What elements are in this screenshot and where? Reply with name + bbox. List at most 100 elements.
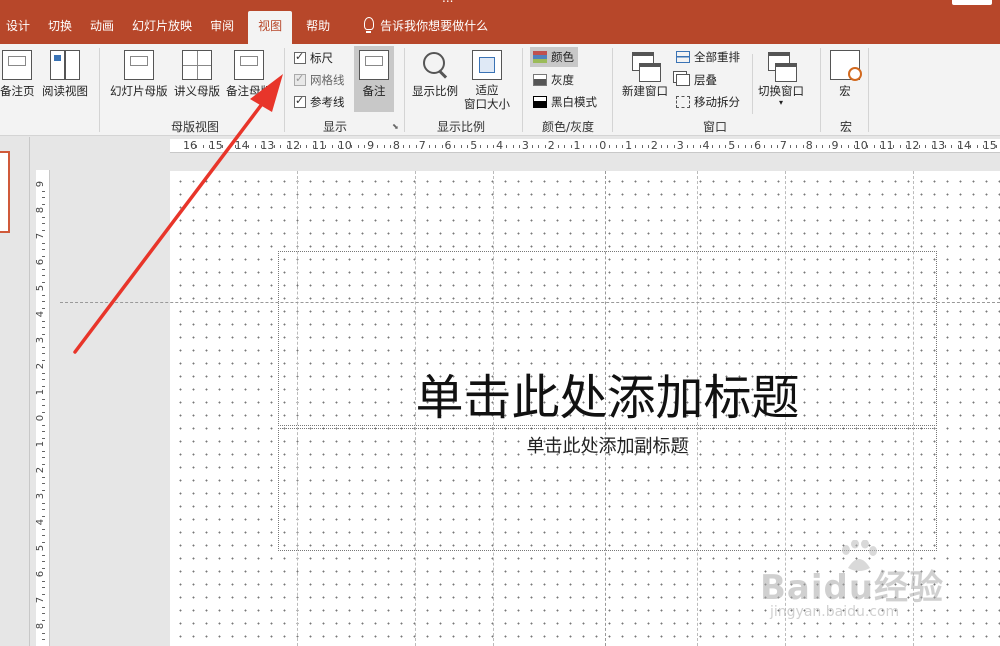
- move-split-button[interactable]: 移动拆分: [676, 94, 740, 110]
- ruler-tick: [42, 398, 45, 400]
- tab-view[interactable]: 视图: [248, 11, 293, 44]
- ruler-tick: [751, 145, 753, 148]
- ruler-label: 14: [234, 139, 249, 152]
- switch-windows-button[interactable]: 切换窗口 ▾: [758, 50, 804, 107]
- ruler-label: 6: [754, 139, 762, 152]
- ruler-tick: [42, 249, 45, 250]
- ruler-tick: [42, 411, 45, 413]
- ruler-tick: [42, 463, 45, 465]
- ribbon-tabs: 设计 切换 动画 幻灯片放映 审阅 视图 帮助 告诉我你想要做什么: [0, 11, 488, 44]
- tab-help[interactable]: 帮助: [300, 11, 342, 44]
- notes-master-button[interactable]: 备注母版: [226, 50, 272, 99]
- slide-master-icon: [123, 50, 154, 80]
- gridlines-checkbox[interactable]: 网格线: [294, 72, 345, 88]
- watermark: Baidu经验 jingyan.baidu.com: [760, 538, 1000, 628]
- vertical-ruler: 9 8 7 6 5 4 3 2 1 0 1 2 3 4 5 6 7 8: [36, 170, 50, 646]
- ruler-tick: [970, 145, 972, 148]
- ruler-tick: [460, 145, 462, 148]
- ruler-label: 2: [547, 139, 555, 152]
- ruler-tick: [918, 145, 920, 148]
- ruler-tick: [480, 145, 482, 148]
- ruler-tick: [299, 145, 301, 148]
- ruler-checkbox[interactable]: 标尺: [294, 50, 333, 66]
- cascade-button[interactable]: 层叠: [676, 72, 717, 88]
- ruler-label: 3: [36, 492, 47, 500]
- reading-view-button[interactable]: 阅读视图: [42, 50, 88, 99]
- ruler-tick: [822, 145, 824, 148]
- guides-checkbox[interactable]: 参考线: [294, 94, 345, 110]
- notes-page-button[interactable]: 备注页: [0, 50, 35, 99]
- tab-animations[interactable]: 动画: [84, 11, 126, 44]
- ruler-tick: [454, 145, 456, 148]
- handout-master-button[interactable]: 讲义母版: [174, 50, 220, 99]
- new-window-button[interactable]: 新建窗口: [622, 50, 668, 99]
- ruler-tick: [42, 515, 45, 517]
- ruler-tick: [42, 541, 45, 543]
- ruler-label: 12: [905, 139, 920, 152]
- ruler-tick: [254, 145, 256, 148]
- powerpoint-window: ... 设计 切换 动画 幻灯片放映 审阅 视图 帮助 告诉我你想要做什么 备注…: [0, 0, 1000, 646]
- ruler-label: 13: [931, 139, 946, 152]
- subtitle-placeholder[interactable]: 单击此处添加副标题: [278, 428, 937, 551]
- ruler-tick: [518, 145, 520, 148]
- tab-slideshow[interactable]: 幻灯片放映: [126, 11, 204, 44]
- fit-to-window-button[interactable]: 适应 窗口大小: [464, 50, 510, 111]
- ruler-tick: [42, 359, 45, 361]
- ruler-tick: [222, 145, 224, 148]
- ruler-label: 4: [36, 518, 47, 526]
- ruler-tick: [693, 145, 695, 148]
- grayscale-button[interactable]: 灰度: [533, 72, 574, 88]
- ruler-tick: [796, 145, 798, 148]
- ruler-tick: [42, 379, 45, 380]
- ruler-tick: [893, 145, 895, 148]
- ruler-tick: [42, 580, 45, 582]
- ruler-label: 10: [337, 139, 352, 152]
- title-placeholder[interactable]: 单击此处添加标题: [278, 251, 937, 426]
- slide-master-button[interactable]: 幻灯片母版: [110, 50, 168, 99]
- ruler-tick: [248, 145, 250, 148]
- zoom-button[interactable]: 显示比例: [412, 50, 458, 99]
- notes-icon: [359, 50, 389, 80]
- tab-design[interactable]: 设计: [0, 11, 42, 44]
- ruler-label: 9: [367, 139, 375, 152]
- black-white-button[interactable]: 黑白模式: [533, 94, 597, 110]
- account-button[interactable]: [952, 0, 992, 5]
- ruler-tick: [42, 346, 45, 348]
- ruler-tick: [273, 145, 275, 148]
- slide-thumbnail[interactable]: [0, 151, 10, 233]
- group-label-zoom: 显示比例: [436, 120, 485, 134]
- ruler-tick: [42, 587, 45, 588]
- ruler-tick: [512, 145, 514, 148]
- ruler-tick: [402, 145, 404, 148]
- watermark-url: jingyan.baidu.com: [770, 604, 900, 620]
- ruler-tick: [441, 145, 443, 148]
- notes-toggle-button[interactable]: 备注: [354, 46, 394, 112]
- arrange-all-button[interactable]: 全部重排: [676, 49, 740, 65]
- ruler-tick: [531, 145, 533, 148]
- tell-me-search[interactable]: 告诉我你想要做什么: [342, 11, 488, 44]
- tab-review[interactable]: 审阅: [204, 11, 246, 44]
- color-button[interactable]: 颜色: [530, 47, 578, 67]
- group-separator: [284, 48, 285, 132]
- ruler-tick: [42, 307, 45, 309]
- ruler-tick: [42, 229, 45, 231]
- switch-windows-icon: [766, 50, 797, 82]
- ruler-label: 8: [36, 622, 47, 630]
- ruler-label: 6: [36, 570, 47, 578]
- ruler-tick: [42, 606, 45, 608]
- arrange-all-icon: [676, 51, 690, 63]
- ruler-tick: [42, 476, 45, 478]
- ruler-tick: [280, 145, 282, 148]
- tab-transitions[interactable]: 切换: [42, 11, 84, 44]
- move-split-icon: [676, 96, 690, 108]
- macros-button[interactable]: 宏: [830, 50, 862, 99]
- ruler-tick: [42, 593, 45, 595]
- ruler-label: 16: [183, 139, 197, 152]
- ruler-tick: [325, 145, 327, 148]
- ruler-tick: [42, 333, 45, 335]
- dialog-launcher-icon[interactable]: ⬊: [392, 122, 399, 131]
- ruler-tick: [641, 145, 643, 148]
- ruler-tick: [635, 145, 637, 148]
- ruler-tick: [725, 145, 727, 148]
- ruler-tick: [564, 145, 566, 148]
